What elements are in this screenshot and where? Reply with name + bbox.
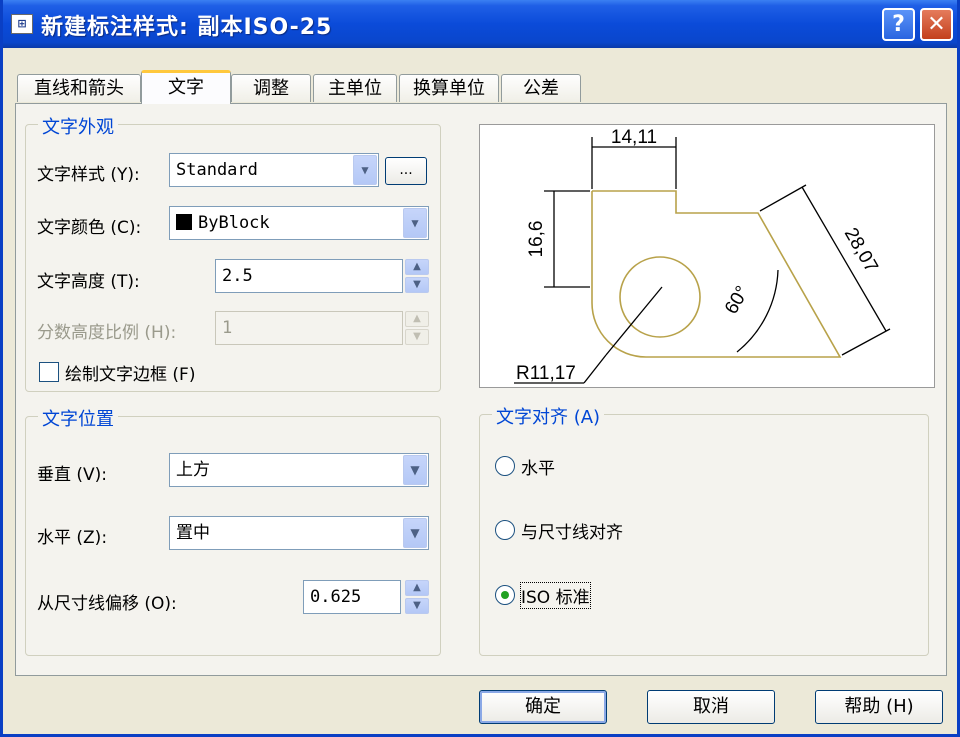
horizontal-label: 水平 (Z): <box>37 528 108 548</box>
fraction-scale-spinner[interactable]: ▲ ▼ <box>405 311 429 345</box>
fraction-scale-input[interactable]: 1 <box>215 311 403 345</box>
align-dimline-radio[interactable] <box>495 520 515 540</box>
close-button[interactable]: ✕ <box>920 8 953 41</box>
group-legend-appearance: 文字外观 <box>38 113 118 139</box>
window-title: 新建标注样式: 副本ISO-25 <box>41 15 333 40</box>
vertical-value: 上方 <box>176 460 210 480</box>
tab-lines-arrows[interactable]: 直线和箭头 <box>17 74 141 102</box>
tab-alternate-units[interactable]: 换算单位 <box>399 74 499 102</box>
spin-down-icon[interactable]: ▼ <box>405 329 429 345</box>
preview-dim-diag: 28,07 <box>840 224 882 276</box>
dimension-preview: 14,11 16,6 28,07 60° R11,17 <box>514 127 891 384</box>
preview-dim-angle: 60° <box>721 283 754 318</box>
text-color-combo[interactable]: ByBlock ▼ <box>169 206 429 240</box>
title-bar[interactable]: ⊞ 新建标注样式: 副本ISO-25 ? ✕ <box>3 0 957 48</box>
preview-pane: 14,11 16,6 28,07 60° R11,17 <box>479 124 935 388</box>
vertical-label: 垂直 (V): <box>37 465 108 485</box>
spin-down-icon[interactable]: ▼ <box>405 277 429 293</box>
horizontal-combo[interactable]: 置中 ▼ <box>169 516 429 550</box>
text-height-input[interactable]: 2.5 <box>215 259 403 293</box>
align-dimline-label: 与尺寸线对齐 <box>521 523 623 543</box>
tab-text[interactable]: 文字 <box>141 70 231 104</box>
text-style-value: Standard <box>176 160 258 180</box>
fraction-scale-label: 分数高度比例 (H): <box>37 323 177 343</box>
dialog-window: ⊞ 新建标注样式: 副本ISO-25 ? ✕ 直线和箭头 文字 调整 主单位 换… <box>0 0 960 737</box>
spin-up-icon[interactable]: ▲ <box>405 311 429 327</box>
tab-tolerances[interactable]: 公差 <box>501 74 581 102</box>
group-legend-alignment: 文字对齐 (A) <box>492 403 605 429</box>
text-style-combo[interactable]: Standard ▼ <box>169 153 379 187</box>
preview-shape <box>591 190 842 358</box>
align-horizontal-label: 水平 <box>521 459 555 479</box>
spin-up-icon[interactable]: ▲ <box>405 259 429 275</box>
spin-down-icon[interactable]: ▼ <box>405 598 429 614</box>
horizontal-value: 置中 <box>176 523 210 543</box>
cancel-button[interactable]: 取消 <box>647 690 775 724</box>
group-legend-placement: 文字位置 <box>38 405 118 431</box>
preview-dim-top: 14,11 <box>611 127 657 148</box>
tab-fit[interactable]: 调整 <box>231 74 311 102</box>
text-color-value: ByBlock <box>198 213 270 233</box>
chevron-down-icon[interactable]: ▼ <box>403 518 427 548</box>
draw-frame-label: 绘制文字边框 (F) <box>65 365 196 385</box>
chevron-down-icon[interactable]: ▼ <box>403 455 427 485</box>
help-title-button[interactable]: ? <box>882 8 915 41</box>
align-horizontal-radio[interactable] <box>495 456 515 476</box>
text-height-spinner[interactable]: ▲ ▼ <box>405 259 429 293</box>
preview-dim-left: 16,6 <box>526 221 547 258</box>
text-color-label: 文字颜色 (C): <box>37 218 142 238</box>
chevron-down-icon[interactable]: ▼ <box>403 208 427 238</box>
app-icon: ⊞ <box>11 14 33 34</box>
tab-primary-units[interactable]: 主单位 <box>313 74 397 102</box>
help-button[interactable]: 帮助 (H) <box>815 690 943 724</box>
align-iso-label: ISO 标准 <box>520 582 591 609</box>
preview-dim-radius: R11,17 <box>516 363 576 384</box>
browse-style-button[interactable]: ... <box>385 157 427 185</box>
color-swatch <box>176 214 192 230</box>
align-iso-radio[interactable] <box>495 585 515 605</box>
ok-button[interactable]: 确定 <box>479 690 607 724</box>
vertical-combo[interactable]: 上方 ▼ <box>169 453 429 487</box>
draw-frame-checkbox[interactable] <box>39 362 59 382</box>
offset-input[interactable]: 0.625 <box>303 580 401 614</box>
spin-up-icon[interactable]: ▲ <box>405 580 429 596</box>
chevron-down-icon[interactable]: ▼ <box>353 155 377 185</box>
offset-label: 从尺寸线偏移 (O): <box>37 594 177 614</box>
offset-spinner[interactable]: ▲ ▼ <box>405 580 429 614</box>
text-height-label: 文字高度 (T): <box>37 272 140 292</box>
text-style-label: 文字样式 (Y): <box>37 165 140 185</box>
